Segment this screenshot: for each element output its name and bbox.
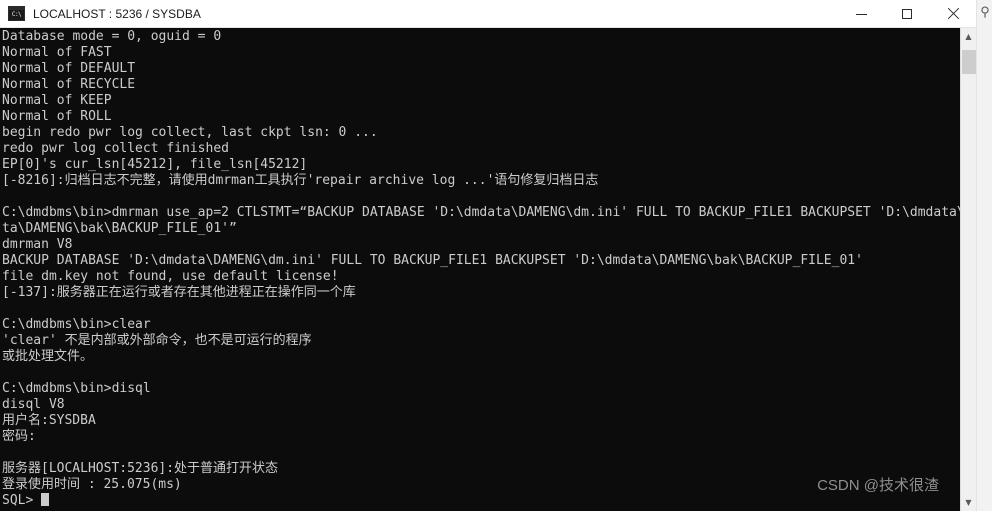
console-line: Normal of FAST: [2, 45, 112, 60]
console-line: 密码:: [2, 429, 36, 444]
console-line: EP[0]'s cur_lsn[45212], file_lsn[45212]: [2, 157, 308, 172]
console-line: [-137]:服务器正在运行或者存在其他进程正在操作同一个库: [2, 285, 356, 300]
console-icon-screen: C:\: [9, 10, 24, 20]
console-line: ta\DAMENG\bak\BACKUP_FILE_01'”: [2, 221, 237, 236]
console-line: [-8216]:归档日志不完整，请使用dmrman工具执行'repair arc…: [2, 173, 599, 188]
maximize-button[interactable]: [884, 0, 930, 28]
console-window: C:\ LOCALHOST : 5236 / SYSDBA Database m…: [0, 0, 976, 511]
console-line: Database mode = 0, oguid = 0: [2, 29, 222, 44]
console-line: C:\dmdbms\bin>clear: [2, 317, 151, 332]
minimize-button[interactable]: [838, 0, 884, 28]
vertical-scrollbar[interactable]: ▲ ▼: [960, 28, 976, 511]
window-title: LOCALHOST : 5236 / SYSDBA: [33, 7, 201, 21]
console-line: Normal of RECYCLE: [2, 77, 136, 92]
console-line: 登录使用时间 : 25.075(ms): [2, 477, 182, 492]
scroll-up-arrow-icon[interactable]: ▲: [961, 28, 976, 45]
console-line: redo pwr log collect finished: [2, 141, 229, 156]
close-button[interactable]: [930, 0, 976, 28]
console-line: 用户名:SYSDBA: [2, 413, 96, 428]
console-line: begin redo pwr log collect, last ckpt ls…: [2, 125, 378, 140]
minimize-icon: [855, 13, 867, 15]
text-cursor: [41, 493, 50, 506]
desktop-right-strip: [976, 0, 992, 511]
console-line: dmrman V8: [2, 237, 73, 252]
console-line: 或批处理文件。: [2, 349, 94, 364]
console-line: SQL>: [2, 493, 960, 509]
console-line: C:\dmdbms\bin>dmrman use_ap=2 CTLSTMT=“B…: [2, 205, 960, 220]
console-line: 'clear' 不是内部或外部命令，也不是可运行的程序: [2, 333, 312, 348]
console-line: 服务器[LOCALHOST:5236]:处于普通打开状态: [2, 461, 279, 476]
console-line: file dm.key not found, use default licen…: [2, 269, 339, 284]
desktop: ⚲ C:\ LOCALHOST : 5236 / SYSDBA Database…: [0, 0, 992, 511]
console-icon: C:\: [8, 6, 25, 21]
search-magnifier-icon[interactable]: ⚲: [978, 4, 992, 20]
scroll-down-arrow-icon[interactable]: ▼: [961, 494, 976, 511]
scrollbar-thumb[interactable]: [962, 50, 976, 74]
close-icon: [947, 8, 959, 20]
console-line: Normal of ROLL: [2, 109, 112, 124]
console-text: Database mode = 0, oguid = 0 Normal of FA…: [2, 29, 960, 509]
console-output-area[interactable]: Database mode = 0, oguid = 0 Normal of FA…: [0, 28, 960, 511]
console-line: Normal of KEEP: [2, 93, 112, 108]
console-line: C:\dmdbms\bin>disql: [2, 381, 151, 396]
console-line: disql V8: [2, 397, 65, 412]
maximize-icon: [902, 9, 912, 19]
console-line: Normal of DEFAULT: [2, 61, 136, 76]
console-line: BACKUP DATABASE 'D:\dmdata\DAMENG\dm.ini…: [2, 253, 863, 268]
title-bar[interactable]: C:\ LOCALHOST : 5236 / SYSDBA: [0, 0, 976, 28]
